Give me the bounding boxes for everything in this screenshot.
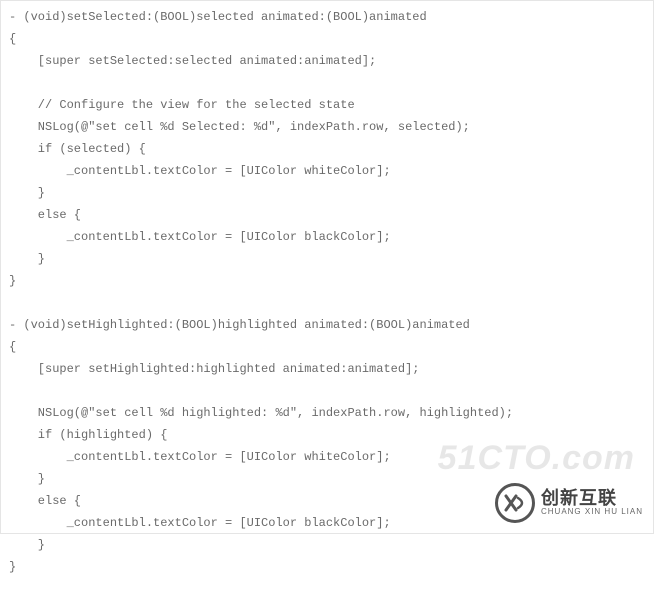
code-content: - (void)setSelected:(BOOL)selected anima… bbox=[9, 10, 513, 574]
code-block: - (void)setSelected:(BOOL)selected anima… bbox=[9, 6, 645, 578]
